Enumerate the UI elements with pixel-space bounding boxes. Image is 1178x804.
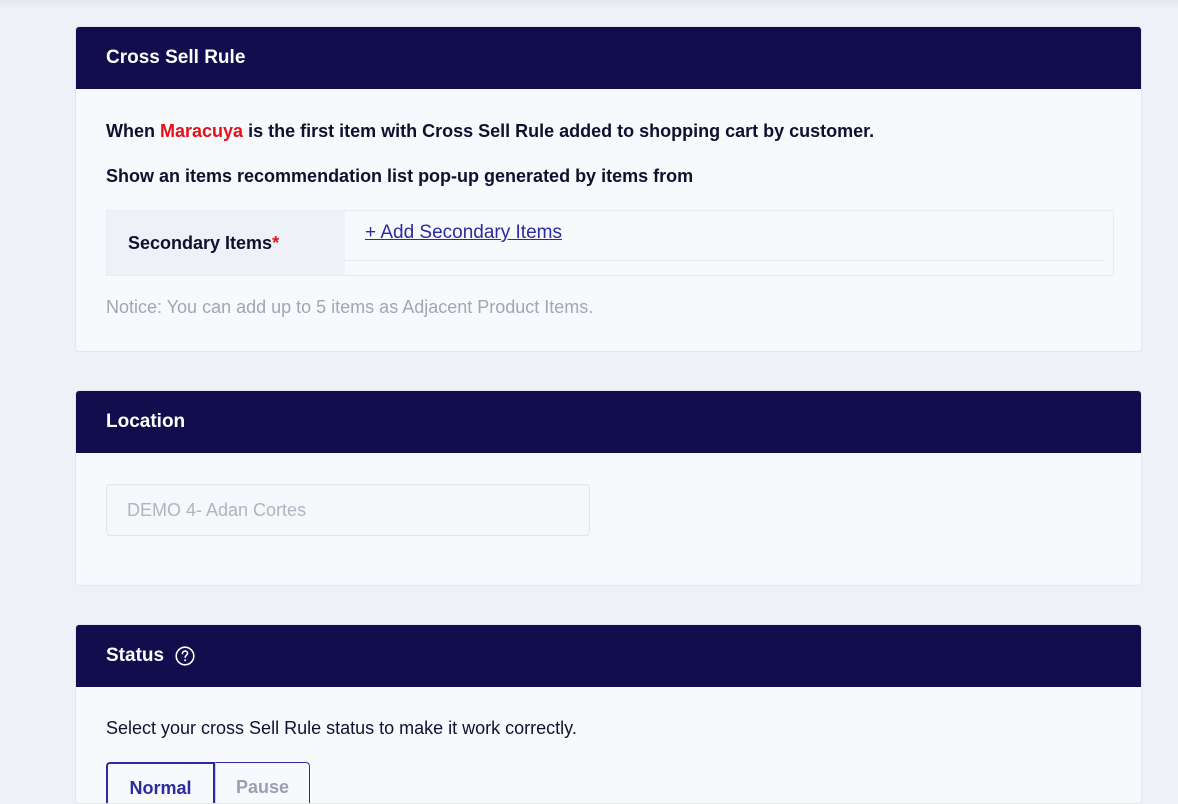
cross-sell-rule-card: Cross Sell Rule When Maracuya is the fir…	[75, 26, 1142, 352]
secondary-items-label: Secondary Items *	[107, 211, 345, 275]
status-normal-button[interactable]: Normal	[106, 762, 215, 803]
location-field-text: DEMO 4- Adan Cortes	[127, 499, 307, 520]
status-description: Select your cross Sell Rule status to ma…	[106, 718, 577, 738]
status-title: Status	[106, 645, 165, 666]
cross-sell-rule-header: Cross Sell Rule	[76, 27, 1141, 89]
location-card: Location DEMO 4- Adan Cortes	[75, 390, 1142, 586]
notice-text: Notice: You can add up to 5 items as Adj…	[106, 297, 594, 317]
location-header: Location	[76, 391, 1141, 453]
add-secondary-items-link[interactable]: + Add Secondary Items	[365, 222, 562, 244]
question-circle-icon[interactable]	[175, 646, 195, 666]
top-shadow	[0, 0, 1178, 8]
secondary-items-row: Secondary Items * + Add Secondary Items	[106, 210, 1114, 276]
when-prefix: When	[106, 121, 160, 141]
location-title: Location	[106, 411, 186, 432]
when-suffix: is the first item with Cross Sell Rule a…	[243, 121, 875, 141]
secondary-items-label-text: Secondary Items	[128, 232, 273, 253]
required-mark: *	[272, 232, 280, 253]
status-header: Status	[76, 625, 1141, 687]
primary-item-name: Maracuya	[160, 121, 244, 141]
location-field[interactable]: DEMO 4- Adan Cortes	[106, 484, 590, 536]
status-toggle: Normal Pause	[106, 762, 310, 803]
show-statement: Show an items recommendation list pop-up…	[106, 166, 694, 186]
cross-sell-rule-title: Cross Sell Rule	[106, 47, 246, 68]
status-pause-button[interactable]: Pause	[215, 762, 310, 803]
secondary-items-value: + Add Secondary Items	[345, 211, 1113, 275]
status-card: Status Select your cross Sell Rule statu…	[75, 624, 1142, 804]
when-statement: When Maracuya is the first item with Cro…	[106, 121, 874, 142]
value-divider	[345, 260, 1105, 261]
